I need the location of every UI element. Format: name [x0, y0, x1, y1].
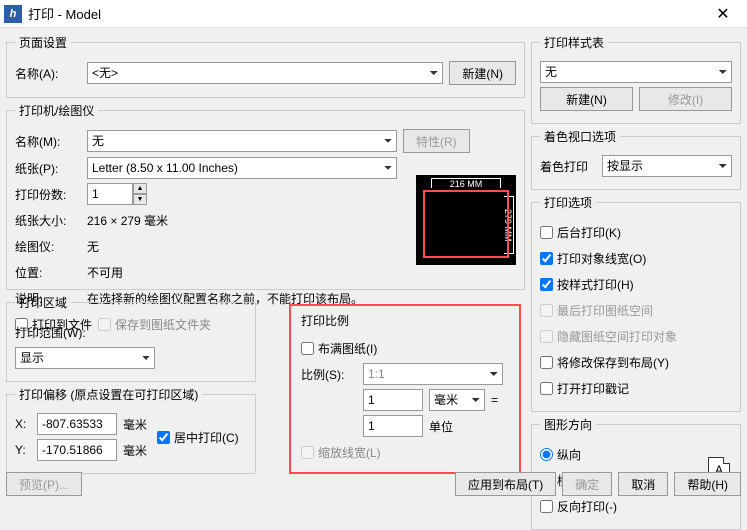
- preview-button[interactable]: 预览(P)...: [6, 472, 82, 496]
- scale-unit2: 单位: [429, 418, 453, 435]
- printer-legend: 打印机/绘图仪: [15, 102, 98, 119]
- size-value: 216 × 279 毫米: [87, 212, 168, 229]
- opt-last-space: 最后打印图纸空间: [540, 302, 653, 319]
- spin-down-icon[interactable]: ▼: [133, 194, 147, 205]
- orient-portrait[interactable]: 纵向: [540, 446, 581, 463]
- ratio-label: 比例(S):: [301, 366, 357, 383]
- location-label: 位置:: [15, 264, 81, 281]
- page-setup-group: 页面设置 名称(A): <无> 新建(N): [6, 34, 525, 98]
- app-icon: h: [4, 5, 22, 23]
- copies-input[interactable]: [87, 183, 133, 205]
- size-label: 纸张大小:: [15, 212, 81, 229]
- style-edit-button[interactable]: 修改(I): [639, 87, 732, 111]
- footer: 预览(P)... 应用到布局(T) 确定 取消 帮助(H): [6, 472, 741, 496]
- paper-label: 纸张(P):: [15, 160, 81, 177]
- help-button[interactable]: 帮助(H): [674, 472, 741, 496]
- plotter-label: 绘图仪:: [15, 238, 81, 255]
- y-unit: 毫米: [123, 442, 147, 459]
- paper-preview: 216 MM 279 MM: [416, 175, 516, 265]
- x-unit: 毫米: [123, 416, 147, 433]
- x-label: X:: [15, 417, 31, 431]
- location-value: 不可用: [87, 264, 123, 281]
- plotter-value: 无: [87, 238, 99, 255]
- scale-unit1[interactable]: 毫米: [429, 389, 485, 411]
- scale-legend: 打印比例: [301, 312, 509, 329]
- shade-label: 着色打印: [540, 158, 596, 175]
- scale-lw-check: 缩放线宽(L): [301, 444, 381, 461]
- printer-props-button[interactable]: 特性(R): [403, 129, 470, 153]
- apply-button[interactable]: 应用到布局(T): [455, 472, 556, 496]
- style-group: 打印样式表 无 新建(N) 修改(I): [531, 34, 741, 124]
- y-input[interactable]: [37, 439, 117, 461]
- opt-lw[interactable]: 打印对象线宽(O): [540, 250, 646, 267]
- printer-name-label: 名称(M):: [15, 133, 81, 150]
- options-group: 打印选项 后台打印(K) 打印对象线宽(O) 按样式打印(H) 最后打印图纸空间…: [531, 194, 741, 412]
- printer-name-select[interactable]: 无: [87, 130, 397, 152]
- preview-outline: [423, 190, 509, 258]
- opt-bg[interactable]: 后台打印(K): [540, 224, 621, 241]
- style-legend: 打印样式表: [540, 34, 608, 51]
- range-select[interactable]: 显示: [15, 347, 155, 369]
- title-bar: h 打印 - Model ✕: [0, 0, 747, 28]
- options-legend: 打印选项: [540, 194, 596, 211]
- pagesetup-name-select[interactable]: <无>: [87, 62, 443, 84]
- preview-width-label: 216 MM: [431, 178, 501, 188]
- close-button[interactable]: ✕: [703, 0, 743, 28]
- style-new-button[interactable]: 新建(N): [540, 87, 633, 111]
- equals-label: =: [491, 393, 498, 407]
- scale-val1[interactable]: [363, 389, 423, 411]
- opt-hide-space: 隐藏图纸空间打印对象: [540, 328, 677, 345]
- ok-button[interactable]: 确定: [562, 472, 612, 496]
- style-select[interactable]: 无: [540, 61, 732, 83]
- scale-group: 打印比例 布满图纸(I) 比例(S): 1:1 毫米 = 单位 缩放线宽(L): [289, 304, 521, 474]
- window-title: 打印 - Model: [28, 4, 703, 23]
- shade-select[interactable]: 按显示: [602, 155, 732, 177]
- fit-paper-check[interactable]: 布满图纸(I): [301, 340, 377, 357]
- pagesetup-new-button[interactable]: 新建(N): [449, 61, 516, 85]
- page-setup-legend: 页面设置: [15, 34, 71, 51]
- ratio-select[interactable]: 1:1: [363, 363, 503, 385]
- opt-bystyle[interactable]: 按样式打印(H): [540, 276, 634, 293]
- opt-stamp[interactable]: 打开打印戳记: [540, 380, 629, 397]
- x-input[interactable]: [37, 413, 117, 435]
- range-label: 打印范围(W):: [15, 324, 86, 341]
- copies-label: 打印份数:: [15, 186, 81, 203]
- copies-spinner[interactable]: ▲▼: [87, 183, 147, 205]
- center-check[interactable]: 居中打印(C): [157, 429, 239, 446]
- orient-legend: 图形方向: [540, 416, 596, 433]
- cancel-button[interactable]: 取消: [618, 472, 668, 496]
- print-area-legend: 打印区域: [15, 294, 71, 311]
- scale-val2[interactable]: [363, 415, 423, 437]
- y-label: Y:: [15, 443, 31, 457]
- offset-legend: 打印偏移 (原点设置在可打印区域): [15, 386, 202, 403]
- shade-group: 着色视口选项 着色打印 按显示: [531, 128, 741, 190]
- printer-group: 打印机/绘图仪 名称(M): 无 特性(R) 纸张(P): Letter (8.…: [6, 102, 525, 290]
- opt-save-layout[interactable]: 将修改保存到布局(Y): [540, 354, 669, 371]
- spin-up-icon[interactable]: ▲: [133, 183, 147, 194]
- offset-group: 打印偏移 (原点设置在可打印区域) X: 毫米 Y: 毫米 居中打印(C): [6, 386, 256, 474]
- orient-reverse[interactable]: 反向打印(-): [540, 498, 617, 515]
- print-area-group: 打印区域 打印范围(W): 显示: [6, 294, 256, 382]
- shade-legend: 着色视口选项: [540, 128, 620, 145]
- pagesetup-name-label: 名称(A):: [15, 65, 81, 82]
- paper-select[interactable]: Letter (8.50 x 11.00 Inches): [87, 157, 397, 179]
